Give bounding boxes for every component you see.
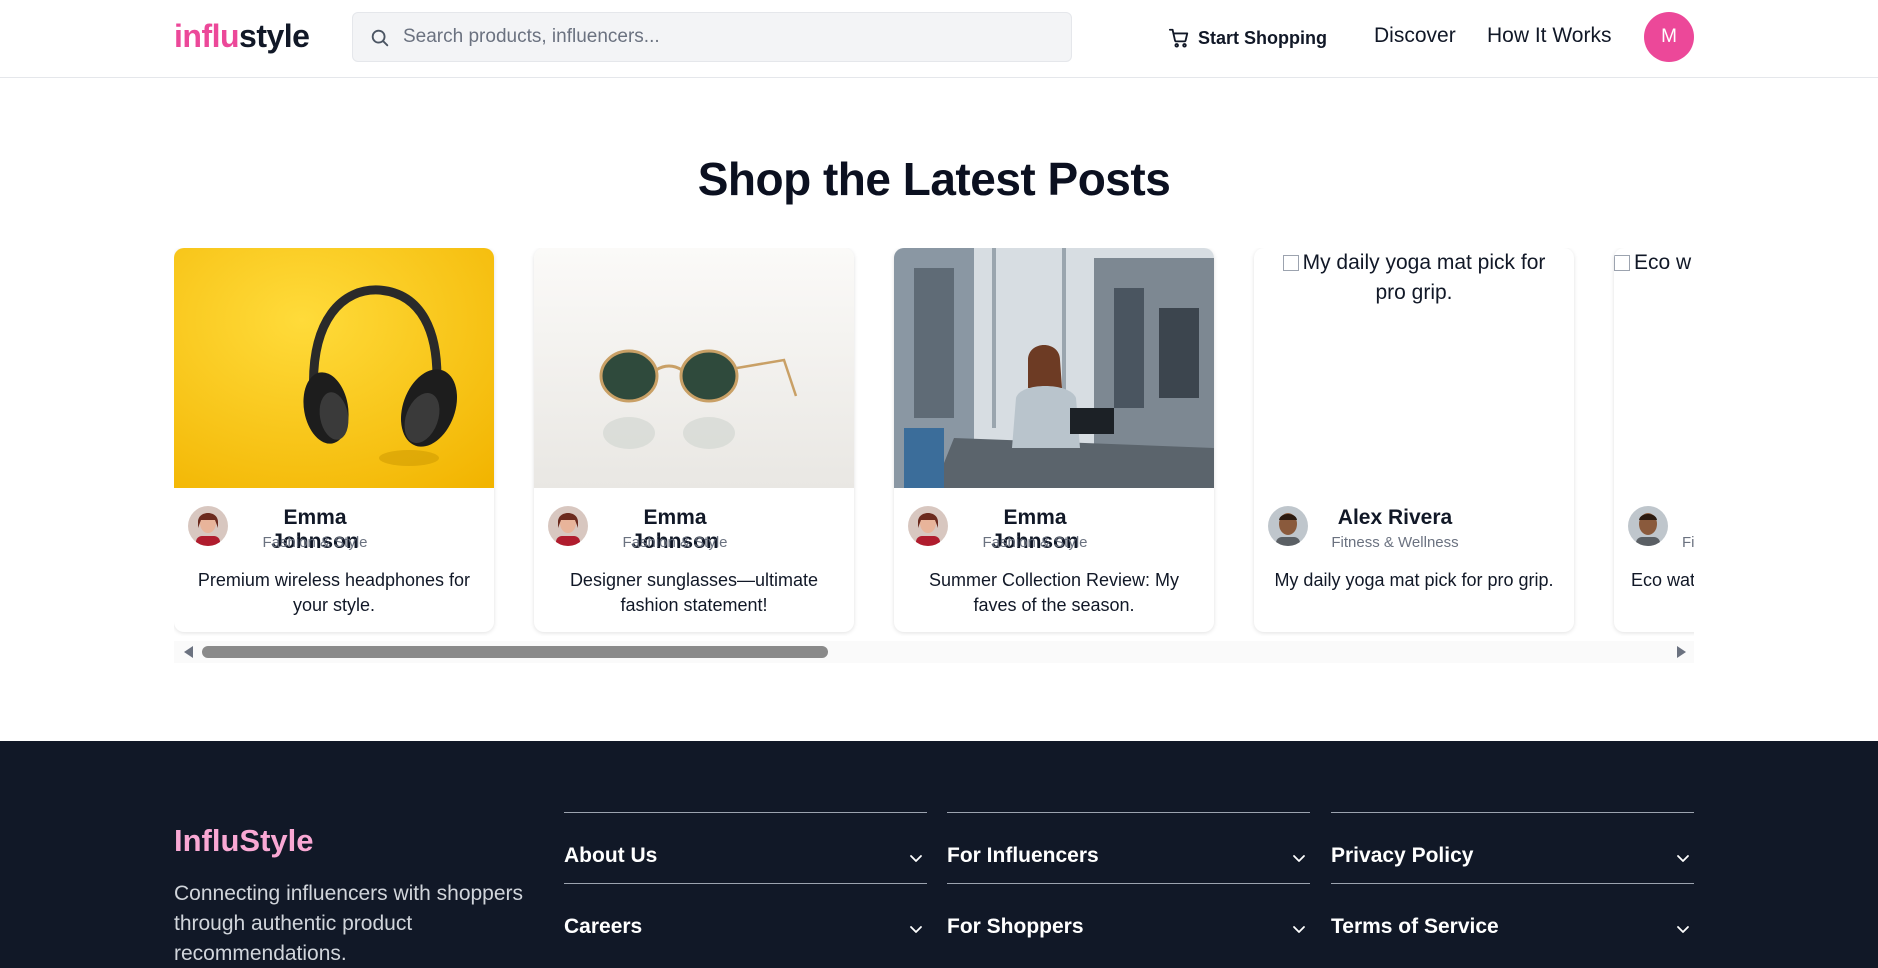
posts-carousel: Emma Johnson Fashion & Style Premium wir…	[174, 248, 1694, 636]
post-image-lab	[894, 248, 1214, 488]
chevron-down-icon	[1293, 926, 1305, 933]
broken-image-icon	[1282, 255, 1299, 271]
footer-link-label: Careers	[564, 915, 643, 938]
header: influstyle Start Shopping Discover How I…	[0, 0, 1878, 78]
footer-accordion-for-influencers[interactable]: For Influencers	[947, 741, 1310, 867]
user-avatar-button[interactable]: M	[1644, 12, 1694, 62]
footer-accordion-careers[interactable]: Careers	[564, 812, 927, 938]
influencer-avatar	[908, 506, 948, 546]
shopping-cart-icon	[1168, 28, 1189, 48]
logo-style: style	[239, 18, 310, 54]
search-icon	[371, 29, 389, 47]
influencer-info[interactable]: Emma Johnson Fashion & Style	[188, 506, 488, 556]
post-image-alt-text: My daily yoga mat pick for pro grip.	[1302, 251, 1546, 304]
post-image-broken: Eco w	[1614, 248, 1694, 488]
post-caption: Premium wireless headphones for your sty…	[197, 570, 471, 615]
scrollbar-thumb[interactable]	[202, 646, 828, 658]
influencer-name: Alex Rivera	[1337, 506, 1453, 529]
logo[interactable]: influstyle	[174, 18, 310, 55]
chevron-down-icon	[1677, 926, 1689, 933]
post-card[interactable]: Emma Johnson Fashion & Style Designer su…	[534, 248, 854, 632]
post-image-alt-text: Eco w	[1634, 251, 1692, 274]
influencer-avatar	[188, 506, 228, 546]
footer-accordion-for-shoppers[interactable]: For Shoppers	[947, 812, 1310, 938]
start-shopping-label: Start Shopping	[1198, 27, 1327, 48]
nav-how-it-works[interactable]: How It Works	[1487, 24, 1611, 48]
influencer-category: Fashion & Style	[622, 534, 728, 551]
influencer-category: Fashion & Style	[982, 534, 1088, 551]
influencer-avatar	[548, 506, 588, 546]
influencer-info[interactable]: Emma Johnson Fashion & Style	[548, 506, 848, 556]
influencer-avatar	[1628, 506, 1668, 546]
logo-influ: influ	[174, 18, 240, 54]
influencer-info[interactable]: Emma Johnson Fashion & Style	[908, 506, 1208, 556]
footer-accordion-about-us[interactable]: About Us	[564, 741, 927, 867]
footer-link-label: For Shoppers	[947, 915, 1084, 938]
footer-description: Connecting influencers with shoppers thr…	[174, 882, 524, 965]
post-image-headphones	[174, 248, 494, 488]
post-caption: My daily yoga mat pick for pro grip.	[1274, 570, 1554, 590]
footer-accordion-terms-of-service[interactable]: Terms of Service	[1331, 812, 1694, 938]
influencer-category: Fashion & Style	[262, 534, 368, 551]
scroll-left-arrow-icon[interactable]	[184, 646, 193, 658]
influencer-category: Fitness & Wellness	[1331, 534, 1459, 551]
post-image-sunglasses	[534, 248, 854, 488]
footer-link-label: Terms of Service	[1331, 915, 1499, 938]
post-caption: Designer sunglasses—ultimate fashion sta…	[569, 570, 819, 615]
influencer-avatar	[1268, 506, 1308, 546]
section-title: Shop the Latest Posts	[697, 153, 1171, 205]
start-shopping-button[interactable]: Start Shopping	[1168, 22, 1327, 54]
post-card[interactable]: Emma Johnson Fashion & Style Premium wir…	[174, 248, 494, 632]
broken-image-icon	[1614, 255, 1630, 271]
post-card[interactable]: My daily yoga mat pick for pro grip. Ale…	[1254, 248, 1574, 632]
search-bar	[352, 12, 1072, 62]
carousel-scrollbar[interactable]	[174, 641, 1694, 663]
post-caption: Summer Collection Review: My faves of th…	[928, 570, 1180, 615]
influencer-info[interactable]: Alex Rivera Fitness & Wellness	[1268, 506, 1568, 556]
scroll-right-arrow-icon[interactable]	[1677, 646, 1686, 658]
search-input[interactable]	[403, 13, 1063, 61]
nav-discover[interactable]: Discover	[1374, 24, 1456, 48]
post-image-broken: My daily yoga mat pick for pro grip.	[1254, 248, 1574, 488]
footer-accordion-privacy-policy[interactable]: Privacy Policy	[1331, 741, 1694, 867]
influencer-info[interactable]: Fi	[1628, 506, 1694, 556]
post-card[interactable]: Emma Johnson Fashion & Style Summer Coll…	[894, 248, 1214, 632]
footer: InfluStyle Connecting influencers with s…	[0, 741, 1878, 968]
post-caption: Eco wat	[1631, 570, 1694, 590]
influencer-category: Fi	[1682, 534, 1694, 551]
footer-brand: InfluStyle	[174, 823, 314, 858]
chevron-down-icon	[910, 926, 922, 933]
post-card[interactable]: Eco w Fi Eco wat	[1614, 248, 1694, 632]
